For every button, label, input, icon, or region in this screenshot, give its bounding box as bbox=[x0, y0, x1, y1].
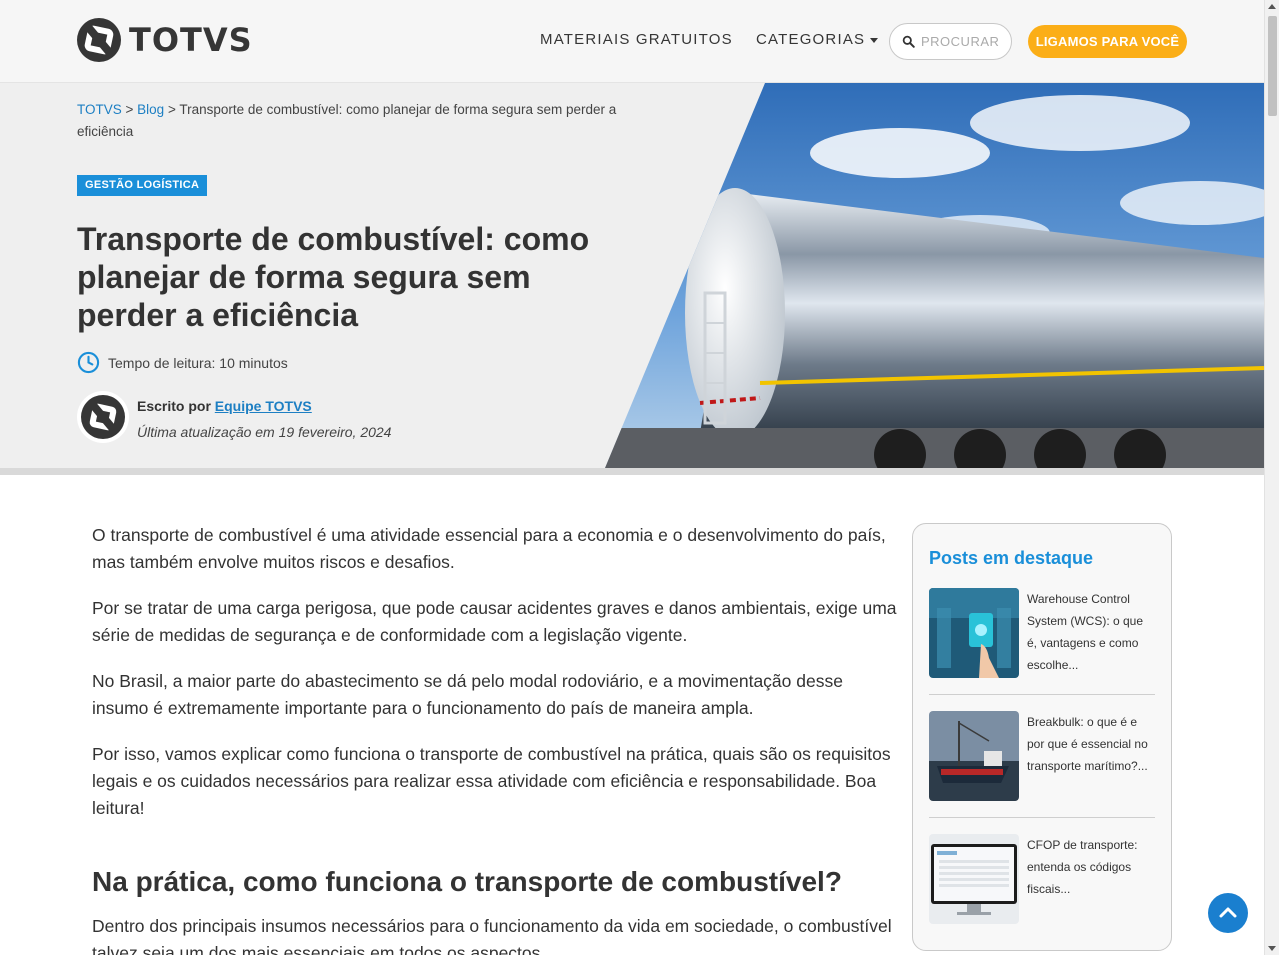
page-scrollbar[interactable] bbox=[1264, 0, 1279, 955]
page-title: Transporte de combustível: como planejar… bbox=[77, 221, 590, 333]
post-thumbnail[interactable] bbox=[929, 588, 1019, 678]
search-icon bbox=[902, 35, 915, 48]
search-placeholder: PROCURAR bbox=[921, 34, 1000, 49]
post-title[interactable]: CFOP de transporte: entenda os códigos f… bbox=[1027, 834, 1155, 924]
author-info: Escrito por Equipe TOTVS Última atualiza… bbox=[137, 393, 391, 445]
totvs-logo-icon bbox=[77, 18, 121, 62]
section-heading: Na prática, como funciona o transporte d… bbox=[92, 866, 842, 897]
scroll-up-icon[interactable] bbox=[1268, 4, 1276, 9]
clock-icon bbox=[77, 351, 100, 374]
ligamos-para-voce-button[interactable]: LIGAMOS PARA VOCÊ bbox=[1028, 25, 1187, 58]
post-title[interactable]: Warehouse Control System (WCS): o que é,… bbox=[1027, 588, 1155, 678]
featured-post-item[interactable]: Breakbulk: o que é e por que é essencial… bbox=[929, 711, 1155, 818]
article-paragraph: Por isso, vamos explicar como funciona o… bbox=[92, 744, 891, 818]
featured-posts-sidebar: Posts em destaque Warehouse Control Syst… bbox=[912, 523, 1172, 951]
nav-categorias[interactable]: CATEGORIAS bbox=[756, 31, 879, 48]
breadcrumb: TOTVS > Blog > Transporte de combustível… bbox=[77, 99, 637, 143]
sidebar-title: Posts em destaque bbox=[929, 548, 1094, 568]
back-to-top-button[interactable] bbox=[1208, 893, 1248, 933]
site-header: TOTVS MATERIAIS GRATUITOS CATEGORIAS PRO… bbox=[0, 0, 1264, 83]
updated-date: Última atualização em 19 fevereiro, 2024 bbox=[137, 424, 392, 440]
category-tag[interactable]: GESTÃO LOGÍSTICA bbox=[77, 175, 208, 196]
search-input[interactable]: PROCURAR bbox=[889, 23, 1012, 60]
author-link[interactable]: Equipe TOTVS bbox=[215, 398, 312, 414]
article-paragraph: Por se tratar de uma carga perigosa, que… bbox=[92, 598, 897, 645]
reading-time-text: Tempo de leitura: 10 minutos bbox=[108, 354, 288, 371]
featured-post-item[interactable]: Warehouse Control System (WCS): o que é,… bbox=[929, 588, 1155, 695]
featured-post-item[interactable]: CFOP de transporte: entenda os códigos f… bbox=[929, 834, 1155, 924]
hero-divider bbox=[0, 468, 1264, 475]
article-paragraph: No Brasil, a maior parte do abasteciment… bbox=[92, 671, 843, 718]
author-avatar bbox=[77, 391, 129, 443]
nav-materiais-gratuitos[interactable]: MATERIAIS GRATUITOS bbox=[540, 31, 733, 48]
nav-categorias-label: CATEGORIAS bbox=[756, 31, 866, 48]
article-body: O transporte de combustível é uma ativid… bbox=[92, 522, 900, 955]
author-prefix: Escrito por bbox=[137, 398, 211, 414]
breadcrumb-separator: > bbox=[164, 102, 180, 117]
post-thumbnail[interactable] bbox=[929, 834, 1019, 924]
scrollbar-thumb[interactable] bbox=[1268, 16, 1277, 116]
totvs-logo-icon bbox=[81, 395, 125, 439]
reading-time: Tempo de leitura: 10 minutos bbox=[77, 351, 288, 374]
breadcrumb-separator: > bbox=[121, 102, 138, 117]
chevron-up-icon bbox=[1219, 907, 1237, 918]
scroll-down-icon[interactable] bbox=[1268, 946, 1276, 951]
logo-text: TOTVS bbox=[129, 21, 253, 59]
post-thumbnail[interactable] bbox=[929, 711, 1019, 801]
post-title[interactable]: Breakbulk: o que é e por que é essencial… bbox=[1027, 711, 1155, 801]
totvs-logo[interactable]: TOTVS bbox=[77, 18, 253, 62]
caret-down-icon bbox=[870, 37, 879, 43]
article-paragraph: Dentro dos principais insumos necessário… bbox=[92, 916, 892, 955]
breadcrumb-home-link[interactable]: TOTVS bbox=[77, 102, 122, 117]
breadcrumb-blog-link[interactable]: Blog bbox=[137, 102, 164, 117]
article-paragraph: O transporte de combustível é uma ativid… bbox=[92, 525, 886, 572]
